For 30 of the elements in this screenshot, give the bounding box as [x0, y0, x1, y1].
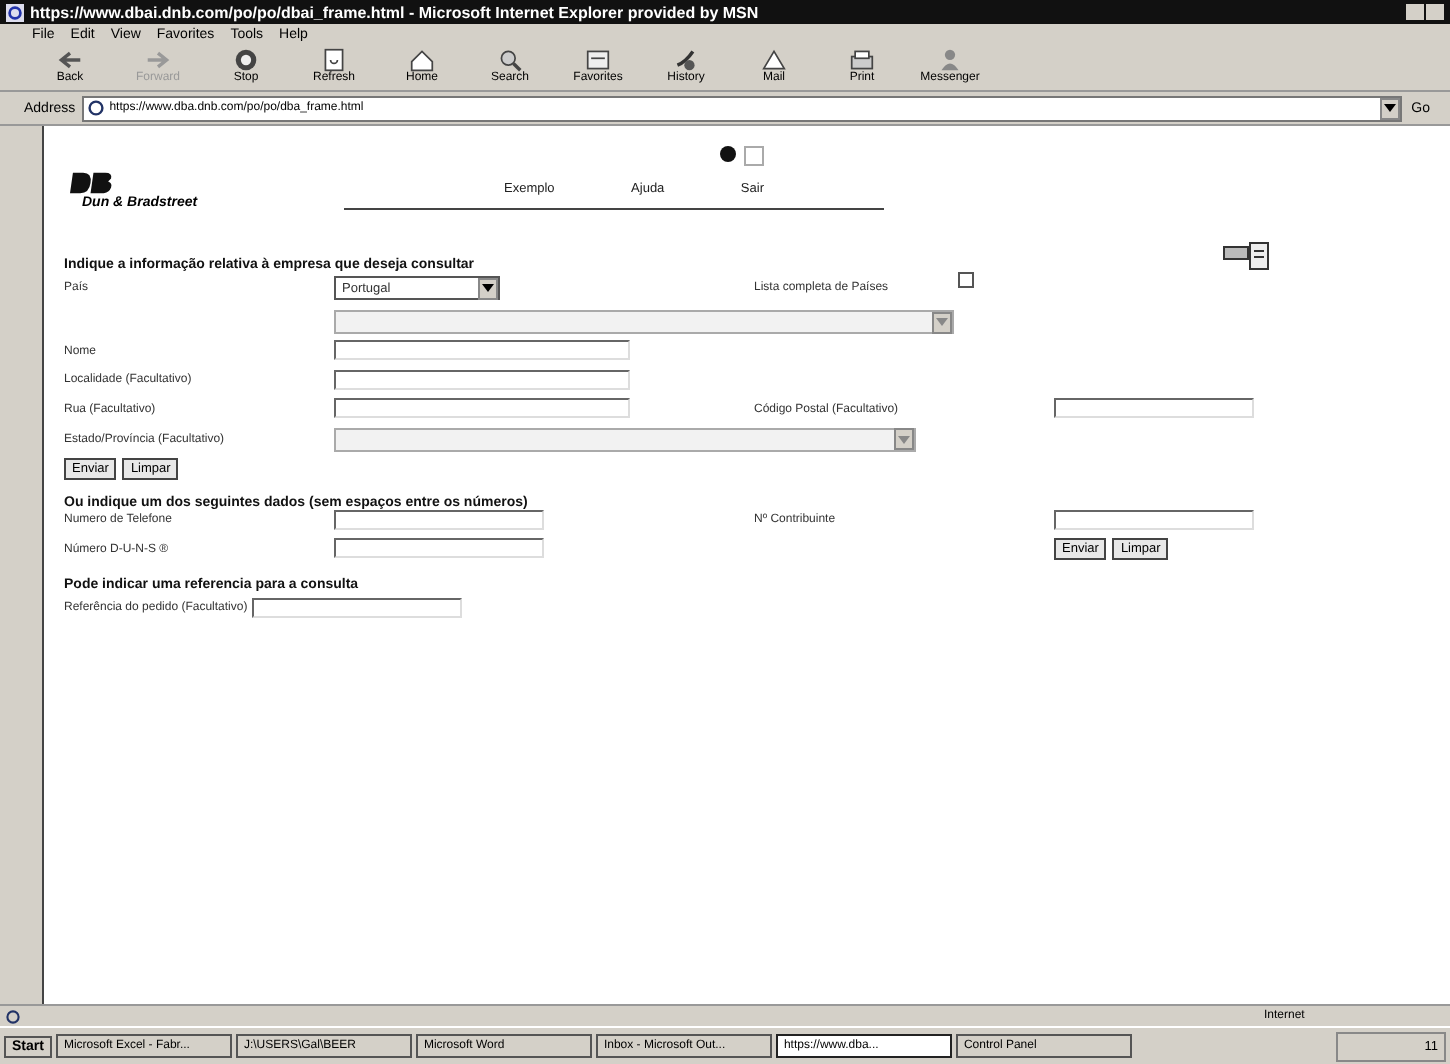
page-icon — [87, 100, 104, 116]
input-field[interactable] — [334, 340, 630, 360]
input-field[interactable] — [334, 509, 544, 529]
input-field[interactable] — [1054, 509, 1254, 529]
input-field[interactable] — [251, 597, 462, 617]
print-icon — [848, 48, 876, 72]
input-field[interactable] — [334, 538, 544, 558]
dropdown-button[interactable] — [1379, 97, 1400, 119]
page-icon — [6, 1009, 20, 1023]
search-icon — [496, 48, 524, 72]
input-field[interactable] — [1054, 398, 1254, 418]
printer-icon[interactable] — [1222, 238, 1270, 272]
home-icon — [408, 48, 436, 72]
messenger-icon — [936, 48, 964, 72]
browser-icon — [6, 3, 24, 21]
history-icon — [672, 48, 700, 72]
checkbox[interactable] — [958, 272, 974, 288]
stop-icon — [232, 48, 260, 72]
caret-icon — [936, 318, 948, 326]
back-icon — [56, 48, 84, 72]
favorites-icon — [584, 48, 612, 72]
input-field[interactable] — [334, 369, 630, 389]
forward-icon — [144, 48, 172, 72]
window-title: https://www.dbai.dnb.com/po/po/dbai_frame.html - Microsoft Internet Explorer provided by MSN — [30, 3, 759, 21]
logo-icon — [70, 170, 114, 196]
caret-icon — [482, 284, 494, 292]
input-field[interactable] — [334, 398, 630, 418]
caret-icon — [898, 435, 910, 443]
refresh-icon — [320, 48, 348, 72]
caret-icon — [1383, 104, 1396, 112]
